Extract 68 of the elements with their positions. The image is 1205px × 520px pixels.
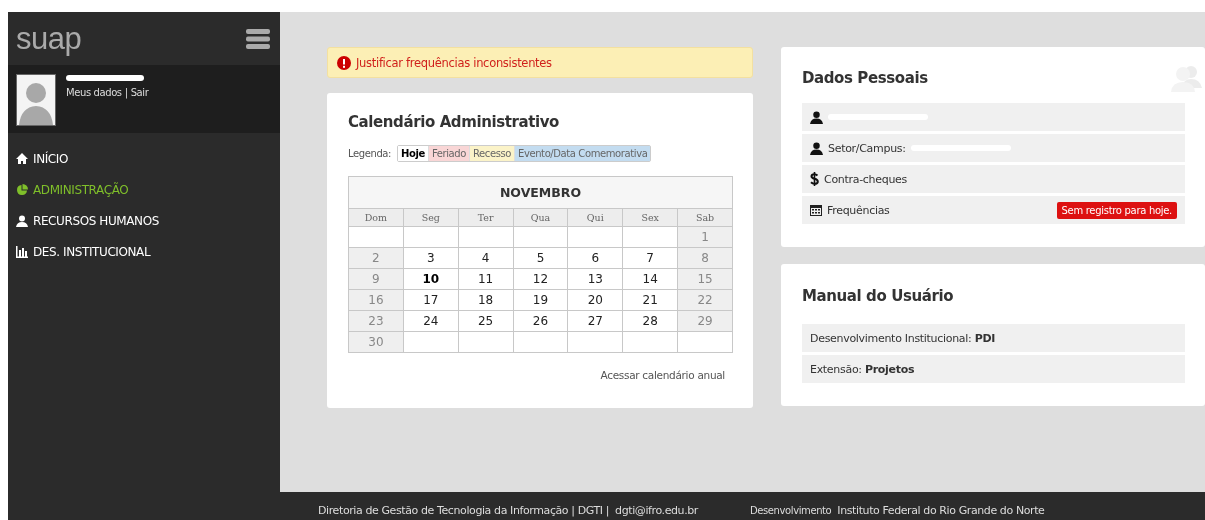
day-cell: 4 [458,247,514,269]
pie-chart-icon [16,183,28,196]
day-cell: 19 [513,289,568,311]
logo[interactable]: suap [16,20,82,57]
day-cell: 5 [513,247,568,269]
status-badge: Sem registro para hoje. [1056,201,1177,219]
avatar-icon [16,74,56,126]
day-cell: 30 [348,331,404,353]
card-title: Dados Pessoais [802,69,928,87]
legend-item: Hoje [398,146,428,161]
day-cell: 12 [513,268,568,290]
footer-label: Desenvolvimento [750,506,832,518]
day-cell: 27 [567,310,623,332]
profile-link[interactable]: Meus dados [66,87,122,98]
user-icon [810,141,823,155]
calendar-icon [810,204,822,216]
info-row[interactable]: Contra-cheques [802,165,1185,193]
day-cell: 23 [348,310,404,332]
day-cell: 16 [348,289,404,311]
annual-calendar-link[interactable]: Acessar calendário anual [600,369,725,381]
user-icon [810,110,823,124]
day-cell: 11 [458,268,514,290]
day-cell: 25 [458,310,514,332]
nav-item[interactable]: INÍCIO [8,143,280,174]
day-cell: 6 [567,247,623,269]
info-row[interactable]: Setor/Campus: [802,134,1185,162]
day-cell: 3 [403,247,459,269]
user-icon [16,214,28,227]
home-icon [16,153,28,164]
row-label: Frequências [827,203,890,217]
legend-item: Recesso [468,146,514,161]
email-link[interactable]: dgti@ifro.edu.br [615,505,698,520]
day-cell: 18 [458,289,514,311]
nav-item[interactable]: ADMINISTRAÇÃO [8,174,280,205]
day-cell: 14 [622,268,678,290]
day-cell: 13 [567,268,623,290]
nav-item[interactable]: DES. INSTITUCIONAL [8,236,280,267]
day-cell: 17 [403,289,459,311]
day-cell: 24 [403,310,459,332]
dollar-icon [810,172,819,186]
row-label: Contra-cheques [824,172,907,186]
legend-item: Feriado [427,146,469,161]
legend-item: Evento/Data Comemorativa [514,146,651,161]
info-row[interactable]: Frequências Sem registro para hoje. [802,196,1185,224]
day-cell: 26 [513,310,568,332]
day-cell: 2 [348,247,404,269]
day-cell: 20 [567,289,623,311]
footer-text: Diretoria de Gestão de Tecnologia da Informação | DGTI | [318,505,610,519]
alert-link[interactable]: Justificar frequências inconsistentes [356,55,552,70]
day-cell: 21 [622,289,678,311]
card-title: Calendário Administrativo [348,113,560,131]
manual-link[interactable]: Extensão: Projetos [802,355,1185,383]
row-label: Setor/Campus: [828,141,906,155]
month-title: NOVEMBRO [348,176,733,209]
day-cell: 10 [403,268,459,290]
bar-chart-icon [16,245,28,258]
day-cell: 7 [622,247,678,269]
day-cell: 9 [348,268,404,290]
day-cell: 28 [622,310,678,332]
warning-icon [337,55,351,70]
manual-link[interactable]: Desenvolvimento Institucional: PDI [802,324,1185,352]
nav-item[interactable]: RECURSOS HUMANOS [8,205,280,236]
developer-link[interactable]: Instituto Federal do Rio Grande do Norte [837,505,1045,520]
card-title: Manual do Usuário [802,286,954,305]
legend-label: Legenda: [348,148,392,159]
menu-icon[interactable] [246,28,270,49]
profile-link[interactable]: Sair [130,87,149,98]
link-separator: | [124,87,128,98]
